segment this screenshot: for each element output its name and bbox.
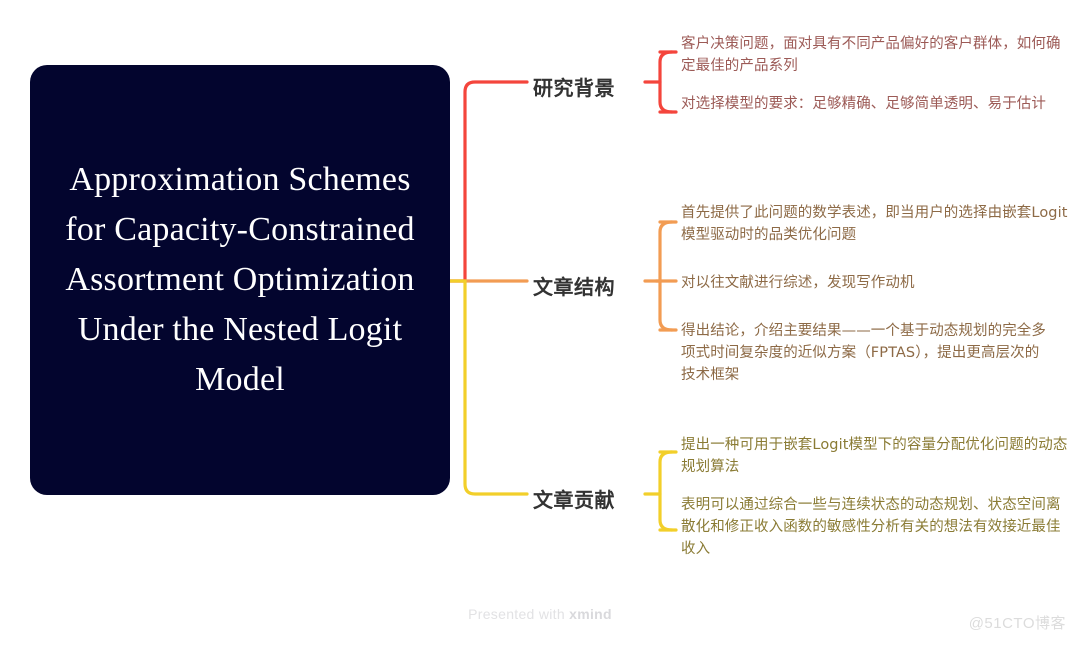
sub-item-article-structure-2[interactable]: 对以往文献进行综述，发现写作动机 [681,272,1069,294]
site-watermark: @51CTO博客 [968,615,1066,632]
root-node[interactable]: Approximation Schemes for Capacity-Const… [30,65,450,495]
sub-item-research-background-2[interactable]: 对选择模型的要求：足够精确、足够简单透明、易于估计 [681,93,1069,115]
xmind-credit: Presented with xmind [0,606,1080,622]
xmind-brand-name: xmind [569,606,612,622]
sub-item-article-structure-1[interactable]: 首先提供了此问题的数学表述，即当用户的选择由嵌套Logit模型驱动时的品类优化问… [681,202,1069,246]
bracket-branch-1 [658,50,674,114]
branch-label-research-background[interactable]: 研究背景 [533,72,615,101]
bracket-branch-2 [658,220,674,332]
sub-item-research-background-1[interactable]: 客户决策问题，面对具有不同产品偏好的客户群体，如何确定最佳的产品系列 [681,33,1069,77]
sub-item-article-structure-3[interactable]: 得出结论，介绍主要结果——一个基于动态规划的完全多项式时间复杂度的近似方案（FP… [681,320,1051,386]
mindmap-canvas: Approximation Schemes for Capacity-Const… [0,0,1080,645]
bracket-branch-3 [658,450,674,532]
trunk-line-branch-3 [448,279,529,496]
root-node-title: Approximation Schemes for Capacity-Const… [65,161,415,398]
branch-label-article-contribution[interactable]: 文章贡献 [533,484,615,513]
branch-label-article-structure[interactable]: 文章结构 [533,271,615,300]
trunk-line-branch-1 [448,80,529,283]
sub-item-article-contribution-2[interactable]: 表明可以通过综合一些与连续状态的动态规划、状态空间离散化和修正收入函数的敏感性分… [681,494,1069,560]
xmind-credit-prefix: Presented with [468,606,570,622]
sub-item-article-contribution-1[interactable]: 提出一种可用于嵌套Logit模型下的容量分配优化问题的动态规划算法 [681,434,1069,478]
